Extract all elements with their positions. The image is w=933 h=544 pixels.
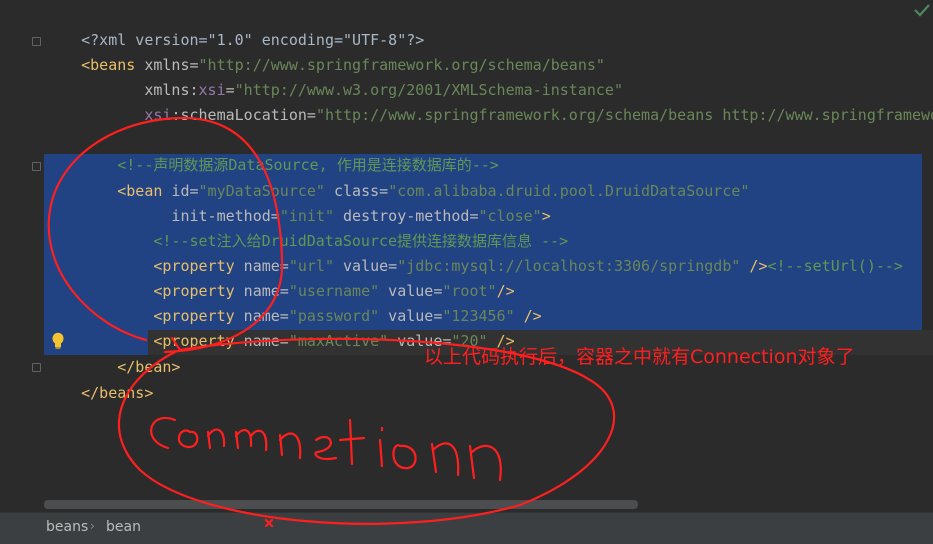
code-editor[interactable]: <?xml version="1.0" encoding="UTF-8"?> <… (0, 0, 933, 512)
horizontal-scrollbar[interactable] (44, 500, 638, 509)
code-line[interactable]: <beans xmlns="http://www.springframework… (45, 28, 605, 74)
xml-value: "http://www.springframework.org/schema/b… (315, 106, 933, 124)
xml-attribute: :schemaLocation= (171, 106, 316, 124)
code-line[interactable]: <property name="maxActive" value="20" /> (45, 304, 514, 350)
breadcrumb-separator: › (90, 519, 95, 533)
xml-indent (81, 106, 144, 124)
code-line[interactable]: <property name="password" value="123456"… (45, 279, 541, 325)
code-line[interactable]: </beans> (45, 356, 153, 402)
fold-marker-beans-end[interactable] (32, 363, 41, 372)
code-line[interactable]: <?xml version="1.0" encoding="UTF-8"?> (45, 3, 424, 49)
fold-marker-bean[interactable] (32, 162, 41, 171)
code-line[interactable]: init-method="init" destroy-method="close… (45, 179, 550, 225)
editor-gutter[interactable] (0, 0, 44, 512)
code-line[interactable]: <!--set注入给DruidDataSource提供连接数据库信息 --> (45, 204, 568, 250)
code-line[interactable]: xmlns:xsi="http://www.w3.org/2001/XMLSch… (45, 53, 623, 99)
xml-tag: /> (514, 307, 542, 325)
xml-namespace: xsi (144, 106, 172, 124)
code-line[interactable]: <!--声明数据源DataSource, 作用是连接数据库的--> (45, 128, 499, 174)
xml-tag: </beans> (81, 384, 154, 402)
code-line[interactable]: </bean> (45, 330, 180, 376)
breadcrumb: beans › bean (0, 512, 933, 544)
annotation-text: 以上代码执行后，容器之中就有Connection对象了 (424, 346, 855, 368)
xml-attribute: name= (234, 332, 289, 350)
check-icon[interactable] (913, 3, 931, 17)
xml-value: "maxActive" (288, 332, 389, 350)
breadcrumb-item-beans[interactable]: beans (46, 519, 88, 535)
breadcrumb-item-bean[interactable]: bean (106, 519, 141, 535)
code-line[interactable]: <property name="url" value="jdbc:mysql:/… (45, 229, 903, 275)
xml-comment: <!--setUrl()--> (767, 257, 903, 275)
xml-tag: /> (740, 257, 768, 275)
code-line[interactable]: <property name="username" value="root"/> (45, 254, 514, 300)
code-line[interactable]: <bean id="myDataSource" class="com.aliba… (45, 154, 749, 200)
fold-marker-beans[interactable] (32, 37, 41, 46)
code-line[interactable]: xsi:schemaLocation="http://www.springfra… (45, 78, 933, 124)
